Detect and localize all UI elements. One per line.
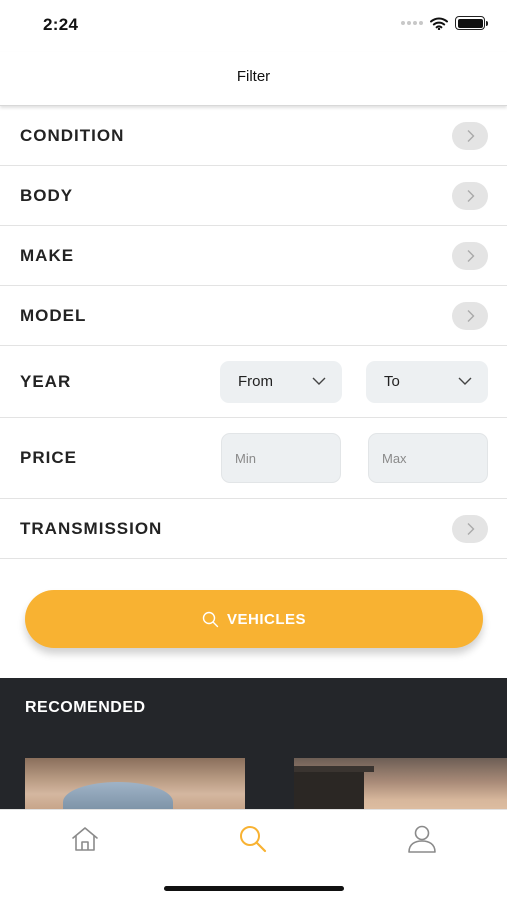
- filter-row-condition[interactable]: CONDITION: [0, 106, 507, 166]
- tab-profile[interactable]: [405, 824, 439, 854]
- filter-label-make: MAKE: [20, 245, 75, 265]
- building-image: [294, 766, 374, 810]
- price-min-input[interactable]: [221, 433, 341, 483]
- status-bar: 2:24: [0, 0, 507, 52]
- filter-row-year: YEAR From To: [0, 346, 507, 418]
- search-icon: [240, 826, 267, 853]
- filter-row-price: PRICE: [0, 418, 507, 499]
- year-to-select[interactable]: To: [366, 360, 488, 403]
- filter-row-make[interactable]: MAKE: [0, 226, 507, 286]
- chevron-right-icon[interactable]: [452, 301, 488, 330]
- search-icon: [202, 611, 219, 627]
- recommended-section: RECOMENDED: [0, 678, 507, 810]
- chevron-right-icon[interactable]: [452, 121, 488, 150]
- tab-home[interactable]: [68, 824, 102, 854]
- chevron-down-icon: [312, 377, 326, 385]
- year-to-value: To: [384, 373, 400, 390]
- recommended-title: RECOMENDED: [25, 699, 146, 716]
- chevron-down-icon: [458, 377, 472, 385]
- profile-icon: [408, 825, 436, 853]
- tab-bar: [0, 809, 507, 900]
- filter-label-year: YEAR: [20, 371, 72, 391]
- filter-row-model[interactable]: MODEL: [0, 286, 507, 346]
- chevron-right-icon[interactable]: [452, 241, 488, 270]
- status-icons: [401, 16, 488, 30]
- filter-label-transmission: TRANSMISSION: [20, 518, 163, 538]
- filter-label-price: PRICE: [20, 448, 77, 467]
- signal-icon: [401, 21, 423, 25]
- filter-label-condition: CONDITION: [20, 125, 125, 145]
- recommended-card[interactable]: [294, 758, 507, 810]
- price-max-input[interactable]: [368, 433, 488, 483]
- page-title: Filter: [236, 68, 271, 85]
- chevron-right-icon[interactable]: [452, 181, 488, 210]
- filter-list: CONDITION BODY MAKE MODEL YEAR From To P…: [0, 106, 507, 559]
- year-from-select[interactable]: From: [220, 360, 342, 403]
- filter-row-transmission[interactable]: TRANSMISSION: [0, 499, 507, 559]
- status-time: 2:24: [43, 15, 79, 34]
- home-indicator: [164, 886, 344, 891]
- nav-bar: Filter: [0, 52, 507, 106]
- car-image: [63, 782, 173, 810]
- filter-label-model: MODEL: [20, 305, 87, 325]
- year-from-value: From: [238, 373, 273, 390]
- chevron-right-icon[interactable]: [452, 514, 488, 543]
- filter-label-body: BODY: [20, 185, 74, 205]
- battery-icon: [455, 16, 488, 30]
- recommended-card[interactable]: [25, 758, 245, 810]
- filter-row-body[interactable]: BODY: [0, 166, 507, 226]
- tab-search[interactable]: [236, 824, 270, 854]
- search-vehicles-button[interactable]: VEHICLES: [25, 590, 483, 648]
- home-icon: [72, 827, 98, 851]
- wifi-icon: [430, 17, 448, 30]
- search-vehicles-label: VEHICLES: [226, 610, 306, 628]
